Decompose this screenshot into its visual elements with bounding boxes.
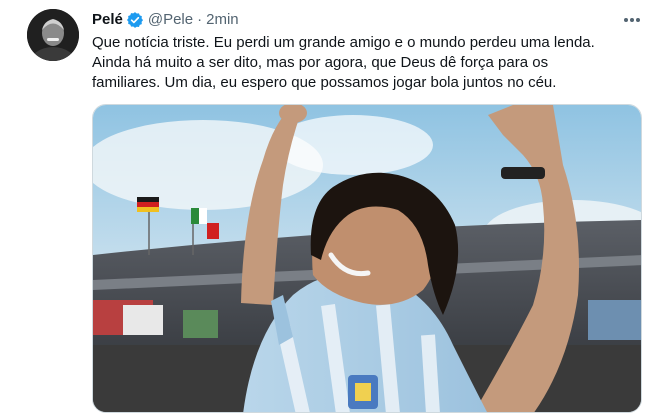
tweet-text-line: Ainda há muito a ser dito, mas por agora…	[92, 54, 549, 71]
tweet-text-line: Que notícia triste. Eu perdi um grande a…	[92, 34, 595, 51]
tweet-timestamp[interactable]: 2min	[206, 10, 239, 30]
verified-badge-icon	[126, 11, 144, 29]
author-name[interactable]: Pelé	[92, 10, 123, 30]
tweet-header: Pelé @Pele · 2min	[92, 10, 239, 30]
tweet-media-photo[interactable]	[92, 104, 642, 413]
more-options-icon[interactable]	[622, 13, 642, 27]
author-handle[interactable]: @Pele	[148, 10, 193, 30]
tweet-card: Pelé @Pele · 2min Que notícia triste. Eu…	[0, 0, 670, 419]
separator-dot: ·	[197, 11, 203, 28]
more-dot	[630, 18, 634, 22]
more-dot	[636, 18, 640, 22]
more-dot	[624, 18, 628, 22]
stadium-photo	[93, 105, 641, 412]
author-avatar[interactable]	[27, 9, 79, 61]
tweet-text-line: familiares. Um dia, eu espero que possam…	[92, 74, 557, 91]
tweet-text: Que notícia triste. Eu perdi um grande a…	[92, 33, 652, 93]
